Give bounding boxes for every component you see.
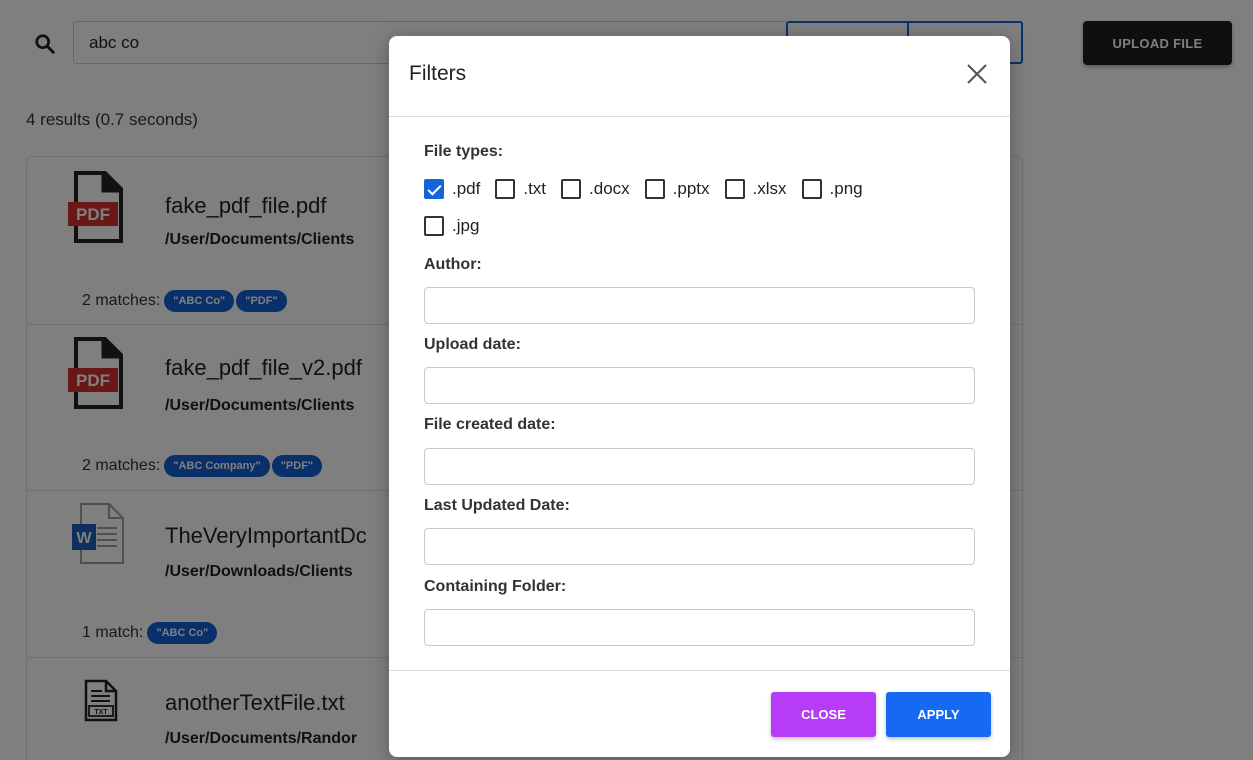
last-updated-date-field[interactable] bbox=[424, 528, 975, 565]
checkbox-box[interactable] bbox=[724, 179, 745, 199]
file-types-label: File types: bbox=[424, 143, 504, 160]
checkbox-box[interactable] bbox=[424, 216, 444, 236]
author-field[interactable] bbox=[424, 287, 975, 324]
last-updated-date-label: Last Updated Date: bbox=[424, 497, 570, 514]
checkbox-box[interactable] bbox=[801, 179, 822, 199]
author-label: Author: bbox=[424, 256, 482, 273]
checkbox-label: .jpg bbox=[452, 216, 480, 235]
dialog-title: Filters bbox=[409, 62, 467, 85]
containing-folder-field[interactable] bbox=[424, 609, 975, 646]
checkbox-label: .docx bbox=[589, 179, 630, 198]
checkbox-checked-icon[interactable] bbox=[424, 179, 444, 199]
upload-date-field[interactable] bbox=[424, 367, 975, 404]
checkbox-box[interactable] bbox=[495, 179, 516, 199]
filters-dialog: Filters File types: .pdf .txt .docx .ppt… bbox=[389, 36, 1010, 757]
close-icon[interactable] bbox=[965, 62, 989, 86]
file-types-row: .jpg bbox=[424, 216, 494, 236]
checkbox-label: .pptx bbox=[672, 179, 710, 198]
checkbox-label: .png bbox=[829, 179, 863, 198]
checkbox-box[interactable] bbox=[644, 179, 665, 199]
checkbox-box[interactable] bbox=[561, 179, 582, 199]
checkbox-xlsx[interactable]: .xlsx bbox=[724, 179, 787, 199]
checkbox-pdf[interactable]: .pdf bbox=[424, 179, 480, 199]
close-button[interactable]: CLOSE bbox=[771, 692, 876, 737]
checkbox-label: .pdf bbox=[452, 179, 481, 198]
checkbox-label: .xlsx bbox=[752, 179, 787, 198]
file-created-date-field[interactable] bbox=[424, 448, 975, 485]
checkbox-txt[interactable]: .txt bbox=[495, 179, 546, 199]
file-created-date-label: File created date: bbox=[424, 416, 556, 433]
apply-button[interactable]: APPLY bbox=[886, 692, 991, 737]
dialog-header: Filters bbox=[389, 36, 1010, 117]
upload-date-label: Upload date: bbox=[424, 336, 521, 353]
checkbox-jpg[interactable]: .jpg bbox=[424, 216, 479, 236]
checkbox-docx[interactable]: .docx bbox=[561, 179, 630, 199]
containing-folder-label: Containing Folder: bbox=[424, 578, 567, 595]
checkbox-pptx[interactable]: .pptx bbox=[644, 179, 710, 199]
checkbox-label: .txt bbox=[523, 179, 547, 198]
checkbox-png[interactable]: .png bbox=[801, 179, 863, 199]
dialog-footer: CLOSE APPLY bbox=[389, 670, 1010, 757]
file-types-row: .pdf .txt .docx .pptx .xlsx .png bbox=[424, 179, 878, 199]
